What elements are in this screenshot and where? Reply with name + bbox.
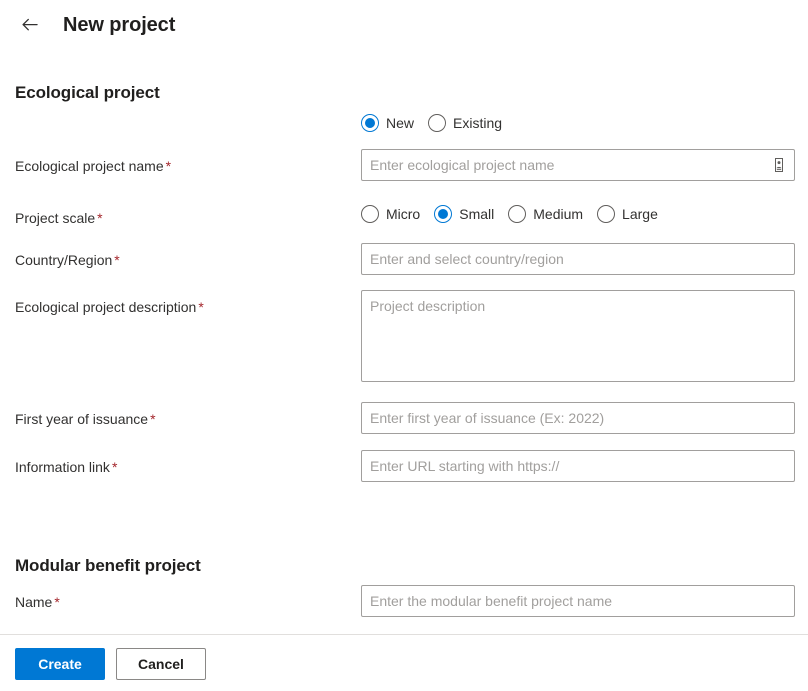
radio-label-existing: Existing	[453, 115, 503, 131]
section-heading-ecological: Ecological project	[15, 83, 160, 102]
radio-option-micro[interactable]: Micro	[361, 205, 426, 223]
field-row-country-region: Country/Region *	[0, 243, 808, 275]
radio-option-new[interactable]: New	[361, 114, 420, 132]
project-scale-radio-group[interactable]: Micro Small Medium Large	[361, 201, 795, 223]
label-modular-name: Name *	[15, 585, 361, 611]
project-mode-label-spacer	[15, 110, 361, 118]
field-row-information-link: Information link *	[0, 450, 808, 482]
footer-action-bar: Create Cancel	[0, 634, 808, 691]
label-information-link-text: Information link	[15, 459, 110, 475]
field-row-project-name: Ecological project name *	[0, 149, 808, 181]
radio-mark-medium	[508, 205, 527, 223]
field-row-project-scale: Project scale * Micro Small Medium Large	[0, 201, 808, 227]
radio-mark-existing	[428, 114, 447, 132]
radio-option-existing[interactable]: Existing	[428, 114, 508, 132]
required-marker-modular-name: *	[54, 594, 60, 610]
label-country-region-text: Country/Region	[15, 252, 113, 268]
label-project-name: Ecological project name *	[15, 149, 361, 175]
radio-option-large[interactable]: Large	[597, 205, 664, 223]
project-mode-radio-group[interactable]: New Existing	[361, 110, 795, 132]
radio-mark-micro	[361, 205, 379, 223]
field-row-modular-name: Name *	[0, 585, 808, 617]
radio-label-medium: Medium	[533, 206, 584, 222]
label-first-year-text: First year of issuance	[15, 411, 149, 427]
input-country-region[interactable]	[361, 243, 795, 275]
field-row-first-year: First year of issuance *	[0, 402, 808, 434]
radio-label-new: New	[386, 115, 415, 131]
create-button[interactable]: Create	[15, 648, 105, 680]
input-information-link[interactable]	[361, 450, 795, 482]
radio-label-small: Small	[459, 206, 495, 222]
input-first-year[interactable]	[361, 402, 795, 434]
label-modular-name-text: Name	[15, 594, 53, 610]
label-information-link: Information link *	[15, 450, 361, 476]
radio-mark-small	[434, 205, 453, 223]
radio-option-medium[interactable]: Medium	[508, 205, 589, 223]
page-header: New project	[0, 0, 808, 44]
input-project-name[interactable]	[361, 149, 795, 181]
label-project-scale-text: Project scale	[15, 210, 96, 226]
label-project-scale: Project scale *	[15, 201, 361, 227]
required-marker-first-year: *	[150, 411, 156, 427]
radio-label-large: Large	[622, 206, 658, 222]
radio-option-small[interactable]: Small	[434, 205, 500, 223]
input-description[interactable]	[361, 290, 795, 382]
cancel-button[interactable]: Cancel	[116, 648, 206, 680]
form-body: Ecological project New Existing Ecologic…	[0, 44, 808, 634]
contact-card-picker-icon[interactable]	[764, 150, 794, 180]
input-modular-name[interactable]	[361, 585, 795, 617]
required-marker-project-scale: *	[97, 210, 103, 226]
page-title: New project	[63, 13, 176, 36]
label-first-year: First year of issuance *	[15, 402, 361, 428]
label-description-text: Ecological project description	[15, 299, 197, 315]
back-button[interactable]	[14, 9, 46, 41]
label-country-region: Country/Region *	[15, 243, 361, 269]
required-marker-description: *	[198, 299, 204, 315]
field-row-description: Ecological project description *	[0, 290, 808, 387]
radio-mark-large	[597, 205, 616, 223]
required-marker-information-link: *	[111, 459, 118, 475]
label-project-name-text: Ecological project name	[15, 158, 164, 174]
field-row-project-mode: New Existing	[0, 110, 808, 132]
radio-mark-new	[361, 114, 379, 132]
label-description: Ecological project description *	[15, 290, 361, 316]
required-marker-country-region: *	[114, 252, 120, 268]
section-heading-modular: Modular benefit project	[15, 556, 201, 575]
radio-label-micro: Micro	[386, 206, 421, 222]
arrow-left-icon	[20, 15, 40, 35]
required-marker-project-name: *	[165, 158, 172, 174]
